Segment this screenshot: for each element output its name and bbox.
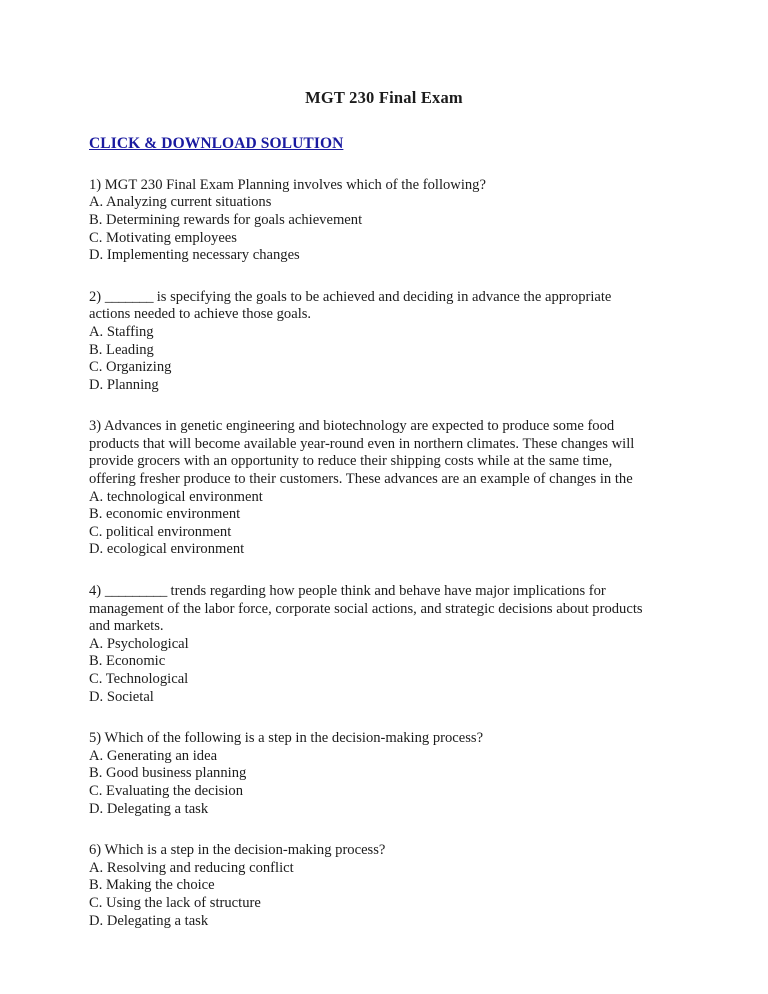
question-stem-3: 3) Advances in genetic engineering and b… — [89, 418, 635, 488]
question-block-3: 3) Advances in genetic engineering and b… — [89, 418, 655, 559]
option-item[interactable]: D. Planning — [89, 377, 655, 395]
option-item[interactable]: D. ecological environment — [89, 541, 655, 559]
fill-in-blank: _______ — [104, 288, 154, 305]
question-stem-5: 5) Which of the following is a step in t… — [89, 730, 484, 747]
option-item[interactable]: A. Resolving and reducing conflict — [89, 860, 655, 878]
option-item[interactable]: C. Organizing — [89, 359, 655, 377]
option-item[interactable]: A. Staffing — [89, 324, 655, 342]
question-stem-1: 1) MGT 230 Final Exam Planning involves … — [89, 176, 486, 193]
option-item[interactable]: C. Using the lack of structure — [89, 895, 655, 913]
document-page: MGT 230 Final Exam CLICK & DOWNLOAD SOLU… — [0, 0, 768, 994]
option-item[interactable]: A. technological environment — [89, 489, 655, 507]
document-body: CLICK & DOWNLOAD SOLUTION 1) MGT 230 Fin… — [0, 134, 768, 931]
option-item[interactable]: C. political environment — [89, 524, 655, 542]
option-item[interactable]: C. Motivating employees — [89, 230, 655, 248]
option-item[interactable]: D. Implementing necessary changes — [89, 247, 655, 265]
question-block-1: 1) MGT 230 Final Exam Planning involves … — [89, 177, 655, 265]
option-item[interactable]: B. Making the choice — [89, 877, 655, 895]
option-list-6: A. Resolving and reducing conflict B. Ma… — [89, 860, 655, 930]
option-item[interactable]: B. Economic — [89, 653, 655, 671]
question-stem-prefix: 2) — [89, 288, 105, 305]
question-stem-6: 6) Which is a step in the decision-makin… — [89, 842, 386, 859]
option-item[interactable]: D. Delegating a task — [89, 913, 655, 931]
download-solution-link[interactable]: CLICK & DOWNLOAD SOLUTION — [89, 134, 343, 154]
option-item[interactable]: D. Societal — [89, 689, 655, 707]
option-item[interactable]: C. Technological — [89, 671, 655, 689]
question-stem-suffix: trends regarding how people think and be… — [89, 583, 643, 635]
option-list-5: A. Generating an idea B. Good business p… — [89, 748, 655, 818]
question-block-2: 2) _______ is specifying the goals to be… — [89, 289, 655, 395]
option-item[interactable]: A. Analyzing current situations — [89, 194, 655, 212]
option-list-4: A. Psychological B. Economic C. Technolo… — [89, 636, 655, 706]
option-item[interactable]: A. Generating an idea — [89, 748, 655, 766]
option-item[interactable]: B. Good business planning — [89, 765, 655, 783]
question-stem-2: 2) _______ is specifying the goals to be… — [89, 289, 655, 324]
option-list-1: A. Analyzing current situations B. Deter… — [89, 194, 655, 264]
option-item[interactable]: A. Psychological — [89, 636, 655, 654]
option-item[interactable]: B. economic environment — [89, 506, 655, 524]
page-title: MGT 230 Final Exam — [305, 88, 463, 107]
question-block-6: 6) Which is a step in the decision-makin… — [89, 842, 655, 930]
question-stem-4: 4) _________ trends regarding how people… — [89, 583, 655, 636]
question-block-4: 4) _________ trends regarding how people… — [89, 583, 655, 706]
option-item[interactable]: B. Determining rewards for goals achieve… — [89, 212, 655, 230]
question-stem-prefix: 4) — [89, 583, 105, 600]
question-stem-suffix: is specifying the goals to be achieved a… — [89, 288, 612, 323]
option-list-3: A. technological environment B. economic… — [89, 489, 655, 559]
option-item[interactable]: C. Evaluating the decision — [89, 783, 655, 801]
fill-in-blank: _________ — [104, 583, 167, 600]
question-block-5: 5) Which of the following is a step in t… — [89, 730, 655, 818]
option-item[interactable]: D. Delegating a task — [89, 801, 655, 819]
option-item[interactable]: B. Leading — [89, 342, 655, 360]
option-list-2: A. Staffing B. Leading C. Organizing D. … — [89, 324, 655, 394]
